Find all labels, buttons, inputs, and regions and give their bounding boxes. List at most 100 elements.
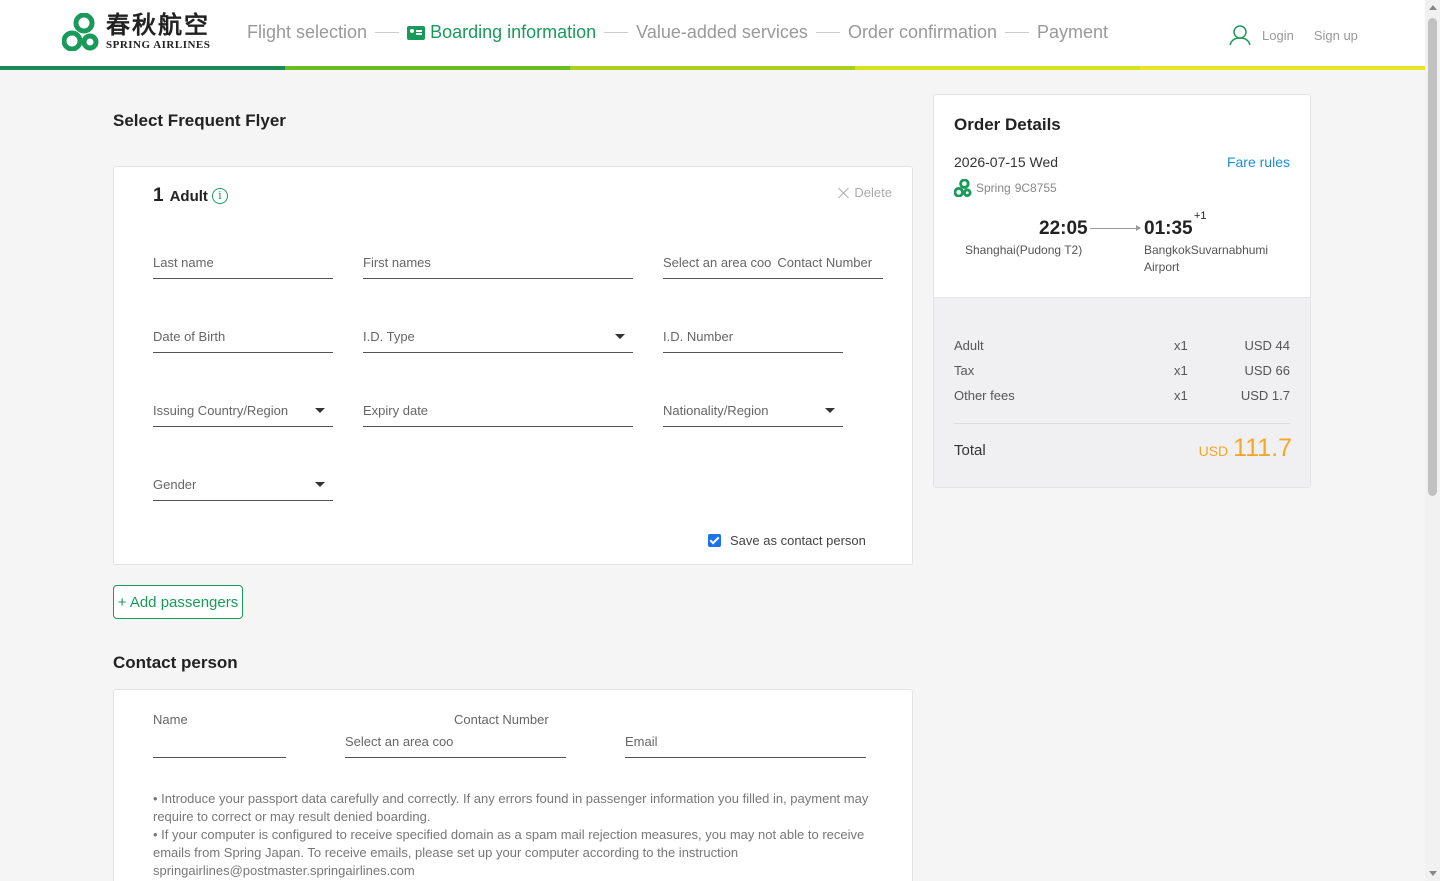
info-icon[interactable]: i	[211, 188, 228, 204]
spring-logo-icon	[62, 13, 99, 51]
page-scrollbar[interactable]	[1425, 0, 1440, 881]
fee-amount: USD 66	[1244, 363, 1290, 378]
fare-rules-link[interactable]: Fare rules	[1227, 154, 1290, 170]
step-label: Value-added services	[636, 22, 808, 42]
fee-qty: x1	[1174, 338, 1188, 353]
progress-segment	[1140, 66, 1425, 70]
fee-qty: x1	[1174, 388, 1188, 403]
id-number-input[interactable]: I.D. Number	[663, 329, 843, 353]
airline-name: Spring	[976, 181, 1011, 195]
save-contact-checkbox[interactable]	[708, 534, 721, 547]
fee-label: Adult	[954, 338, 984, 353]
divider	[954, 423, 1290, 424]
nationality-select[interactable]: Nationality/Region	[663, 403, 843, 427]
logo-english-name: SPRING AIRLINES	[106, 39, 211, 51]
last-name-input[interactable]: Last name	[153, 255, 333, 279]
contact-card: Name Contact Number Select an area coo E…	[113, 689, 913, 881]
note-spam-filter: • If your computer is configured to rece…	[153, 827, 865, 860]
step-flight-selection[interactable]: Flight selection	[247, 22, 367, 43]
frequent-flyer-title: Select Frequent Flyer	[113, 111, 286, 130]
contact-email-input[interactable]: Email	[625, 734, 866, 758]
first-names-input[interactable]: First names	[363, 255, 633, 279]
auth-links: Login Sign up	[1228, 24, 1358, 46]
id-card-icon	[407, 25, 426, 40]
step-label: Flight selection	[247, 22, 368, 42]
logo-chinese-name: 春秋航空	[106, 10, 210, 39]
passenger-card: 1 Adult i Delete Last name First names S…	[113, 166, 913, 565]
issuing-country-select[interactable]: Issuing Country/Region	[153, 403, 333, 427]
fee-breakdown: Adult x1 USD 44 Tax x1 USD 66 Other fees…	[934, 297, 1310, 487]
scroll-thumb[interactable]	[1428, 18, 1437, 496]
step-value-added-services[interactable]: Value-added services	[636, 22, 808, 43]
arrival-city-line2: Airport	[1144, 260, 1180, 274]
step-order-confirmation[interactable]: Order confirmation	[848, 22, 997, 43]
caret-down-icon	[825, 408, 835, 413]
progress-segment	[855, 66, 1140, 70]
fee-label: Tax	[954, 363, 975, 378]
step-separator	[375, 32, 400, 33]
step-separator	[1005, 32, 1029, 33]
area-code-select[interactable]: Select an area coo	[663, 255, 771, 270]
scroll-down-arrow-icon[interactable]	[1429, 871, 1437, 876]
total-amount: 111.7	[1233, 434, 1292, 462]
delete-passenger-button[interactable]: Delete	[838, 185, 892, 200]
step-label: Payment	[1037, 22, 1109, 42]
order-details-panel: Order Details 2026-07-15 Wed Fare rules …	[933, 94, 1311, 488]
fee-row-other: Other fees x1 USD 1.7	[954, 388, 1290, 403]
caret-down-icon	[615, 334, 625, 339]
name-label: Name	[153, 712, 188, 727]
contact-area-code-select[interactable]: Select an area coo	[345, 734, 453, 749]
save-contact-label: Save as contact person	[730, 533, 866, 548]
add-passengers-button[interactable]: + Add passengers	[113, 585, 243, 619]
login-link[interactable]: Login	[1262, 28, 1294, 43]
arrival-city: BangkokSuvarnabhumi Airport	[1144, 242, 1268, 276]
airline-info: Spring 9C8755	[954, 179, 1057, 197]
step-separator	[815, 32, 840, 33]
total-price: USD 111.7	[1199, 434, 1292, 463]
progress-segment	[285, 66, 570, 70]
signup-link[interactable]: Sign up	[1314, 28, 1358, 43]
arrival-time: 01:35	[1144, 218, 1193, 239]
contact-notes: • Introduce your passport data carefully…	[153, 790, 883, 880]
booking-steps: Flight selection Boarding information Va…	[247, 22, 1108, 43]
caret-down-icon	[315, 482, 325, 487]
fee-amount: USD 44	[1244, 338, 1290, 353]
departure-time: 22:05	[1039, 218, 1088, 239]
first-names-placeholder: First names	[363, 255, 431, 270]
order-details-title: Order Details	[954, 115, 1061, 134]
fee-amount: USD 1.7	[1240, 388, 1290, 403]
fee-qty: x1	[1174, 363, 1188, 378]
id-type-select[interactable]: I.D. Type	[363, 329, 633, 353]
step-payment[interactable]: Payment	[1037, 22, 1108, 43]
spring-logo-icon	[954, 179, 972, 197]
step-boarding-information[interactable]: Boarding information	[407, 22, 596, 43]
issuing-country-placeholder: Issuing Country/Region	[153, 403, 289, 418]
spring-airlines-logo[interactable]: 春秋航空 SPRING AIRLINES	[62, 13, 210, 51]
total-currency: USD	[1198, 443, 1229, 459]
scroll-up-arrow-icon[interactable]	[1429, 5, 1437, 10]
id-number-placeholder: I.D. Number	[663, 329, 734, 344]
date-of-birth-input[interactable]: Date of Birth	[153, 329, 333, 353]
contact-name-input[interactable]	[153, 734, 286, 758]
expiry-date-placeholder: Expiry date	[363, 403, 429, 418]
save-contact-option[interactable]: Save as contact person	[708, 533, 866, 548]
contact-number-label: Contact Number	[454, 712, 549, 727]
id-type-placeholder: I.D. Type	[363, 329, 415, 344]
gender-select[interactable]: Gender	[153, 477, 333, 501]
progress-bar	[0, 66, 1425, 70]
nationality-placeholder: Nationality/Region	[663, 403, 769, 418]
contact-number-placeholder: Contact Number	[777, 255, 873, 270]
step-separator	[604, 32, 629, 33]
fee-row-adult: Adult x1 USD 44	[954, 338, 1290, 353]
step-label: Boarding information	[430, 22, 597, 42]
user-icon[interactable]	[1228, 24, 1252, 46]
contact-phone-input[interactable]: Select an area coo	[345, 734, 566, 758]
expiry-date-input[interactable]: Expiry date	[363, 403, 633, 427]
last-name-placeholder: Last name	[153, 255, 214, 270]
gender-placeholder: Gender	[153, 477, 197, 492]
contact-number-input[interactable]: Select an area coo Contact Number	[663, 255, 883, 279]
flight-arrow-icon	[1090, 225, 1141, 231]
progress-segment	[570, 66, 855, 70]
caret-down-icon	[315, 408, 325, 413]
date-of-birth-placeholder: Date of Birth	[153, 329, 226, 344]
